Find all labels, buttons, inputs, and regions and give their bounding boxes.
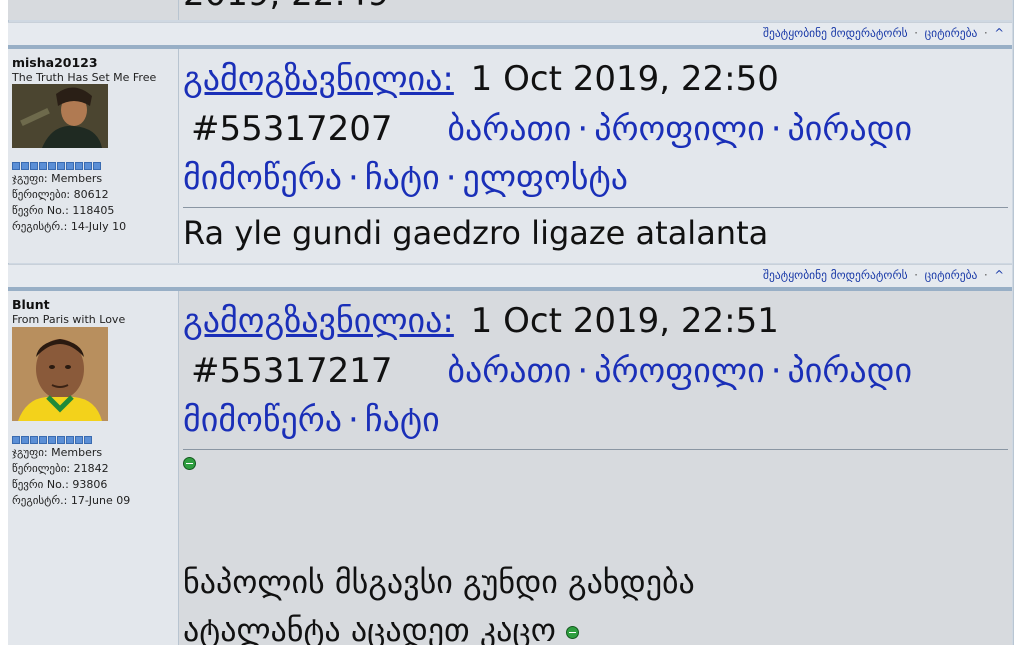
avatar — [12, 84, 108, 148]
rank-stars — [12, 162, 101, 170]
user-member-number: წევრი No.: 93806 — [12, 478, 108, 491]
smiley-icon — [566, 625, 580, 639]
post-body-line2-text: ატალანტა აცადეთ კაცო — [183, 611, 556, 645]
post-date: 1 Oct 2019, 22:51 — [470, 301, 779, 341]
post-divider — [183, 449, 1008, 450]
smiley-icon — [183, 457, 196, 470]
card-link[interactable]: ბარათი — [447, 351, 571, 391]
separator: · — [984, 26, 988, 40]
card-link[interactable]: ბარათი — [447, 109, 571, 149]
posted-label-link[interactable]: გამოგზავნილია: — [183, 301, 454, 341]
post-body-line2: ატალანტა აცადეთ კაცო — [183, 611, 580, 645]
post-footer-links: შეატყობინე მოდერატორს · ციტირება · ^ — [763, 26, 1004, 40]
avatar — [12, 327, 108, 421]
private-message-link-part1[interactable]: პირადი — [788, 109, 913, 149]
posted-label-link[interactable]: გამოგზავნილია: — [183, 59, 454, 99]
separator: · — [914, 268, 918, 282]
user-info-column: misha20123 The Truth Has Set Me Free ჯგუ… — [8, 49, 179, 263]
profile-link[interactable]: პროფილი — [594, 351, 765, 391]
avatar-image — [12, 84, 108, 148]
quote-link[interactable]: ციტირება — [925, 268, 978, 282]
user-registered: რეგისტრ.: 14-July 10 — [12, 220, 127, 233]
post-content: გამოგზავნილია: 1 Oct 2019, 22:50 #553172… — [179, 49, 1012, 263]
report-moderator-link[interactable]: შეატყობინე მოდერატორს — [763, 26, 908, 40]
profile-link[interactable]: პროფილი — [594, 109, 765, 149]
rank-stars — [12, 436, 92, 444]
post-header-line2: #55317217 ბარათი · პროფილი · პირადი — [191, 351, 913, 391]
email-link[interactable]: ელფოსტა — [463, 158, 629, 198]
post-date: 1 Oct 2019, 22:50 — [470, 59, 779, 99]
post-55317217: Blunt From Paris with Love ჯგუფი: Member… — [8, 291, 1012, 645]
previous-post-user-column — [8, 0, 179, 20]
post-footer: შეატყობინე მოდერატორს · ციტირება · ^ — [8, 264, 1012, 287]
post-header-line1: გამოგზავნილია: 1 Oct 2019, 22:50 — [183, 55, 779, 103]
avatar-image — [12, 327, 108, 421]
private-message-link-part2[interactable]: მიმოწერა — [183, 400, 342, 440]
post-divider — [183, 207, 1008, 208]
user-member-number: წევრი No.: 118405 — [12, 204, 115, 217]
post-footer: შეატყობინე მოდერატორს · ციტირება · ^ — [8, 22, 1012, 45]
private-message-link-part1[interactable]: პირადი — [788, 351, 913, 391]
username[interactable]: misha20123 — [12, 55, 98, 70]
post-number[interactable]: #55317207 — [191, 109, 393, 149]
chat-link[interactable]: ჩატი — [365, 158, 440, 198]
report-moderator-link[interactable]: შეატყობინე მოდერატორს — [763, 268, 908, 282]
user-tagline: From Paris with Love — [12, 313, 126, 326]
post-footer-links: შეატყობინე მოდერატორს · ციტირება · ^ — [763, 268, 1004, 282]
post-header-line3: მიმოწერა · ჩატი · ელფოსტა — [183, 158, 629, 198]
post-content: გამოგზავნილია: 1 Oct 2019, 22:51 #553172… — [179, 291, 1012, 645]
user-group: ჯგუფი: Members — [12, 172, 103, 185]
chat-link[interactable]: ჩატი — [365, 400, 440, 440]
post-header-line1: გამოგზავნილია: 1 Oct 2019, 22:51 — [183, 297, 779, 345]
username[interactable]: Blunt — [12, 297, 50, 312]
private-message-link-part2[interactable]: მიმოწერა — [183, 158, 342, 198]
user-tagline: The Truth Has Set Me Free — [12, 71, 157, 84]
post-number[interactable]: #55317217 — [191, 351, 393, 391]
post-body: Ra yle gundi gaedzro ligaze atalanta — [183, 214, 769, 252]
previous-post: 2019, 22:49 — [8, 0, 1012, 20]
user-registered: რეგისტრ.: 17-June 09 — [12, 494, 131, 507]
previous-post-date: 2019, 22:49 — [183, 0, 389, 18]
scroll-top-link[interactable]: ^ — [994, 26, 1004, 40]
post-body-line1: ნაპოლის მსგავსი გუნდი გახდება — [183, 563, 695, 601]
separator: · — [984, 268, 988, 282]
post-header-line2: #55317207 ბარათი · პროფილი · პირადი — [191, 109, 913, 149]
quote-link[interactable]: ციტირება — [925, 26, 978, 40]
scroll-top-link[interactable]: ^ — [994, 268, 1004, 282]
post-55317207: misha20123 The Truth Has Set Me Free ჯგუ… — [8, 49, 1012, 263]
user-post-count: წერილები: 21842 — [12, 462, 109, 475]
previous-post-content: 2019, 22:49 — [179, 0, 1012, 20]
user-info-column: Blunt From Paris with Love ჯგუფი: Member… — [8, 291, 179, 645]
user-details: ჯგუფი: Members წერილები: 21842 წევრი No.… — [12, 445, 130, 509]
user-post-count: წერილები: 80612 — [12, 188, 109, 201]
user-group: ჯგუფი: Members — [12, 446, 103, 459]
post-header-line3: მიმოწერა · ჩატი — [183, 400, 440, 440]
separator: · — [914, 26, 918, 40]
user-details: ჯგუფი: Members წერილები: 80612 წევრი No.… — [12, 171, 126, 235]
